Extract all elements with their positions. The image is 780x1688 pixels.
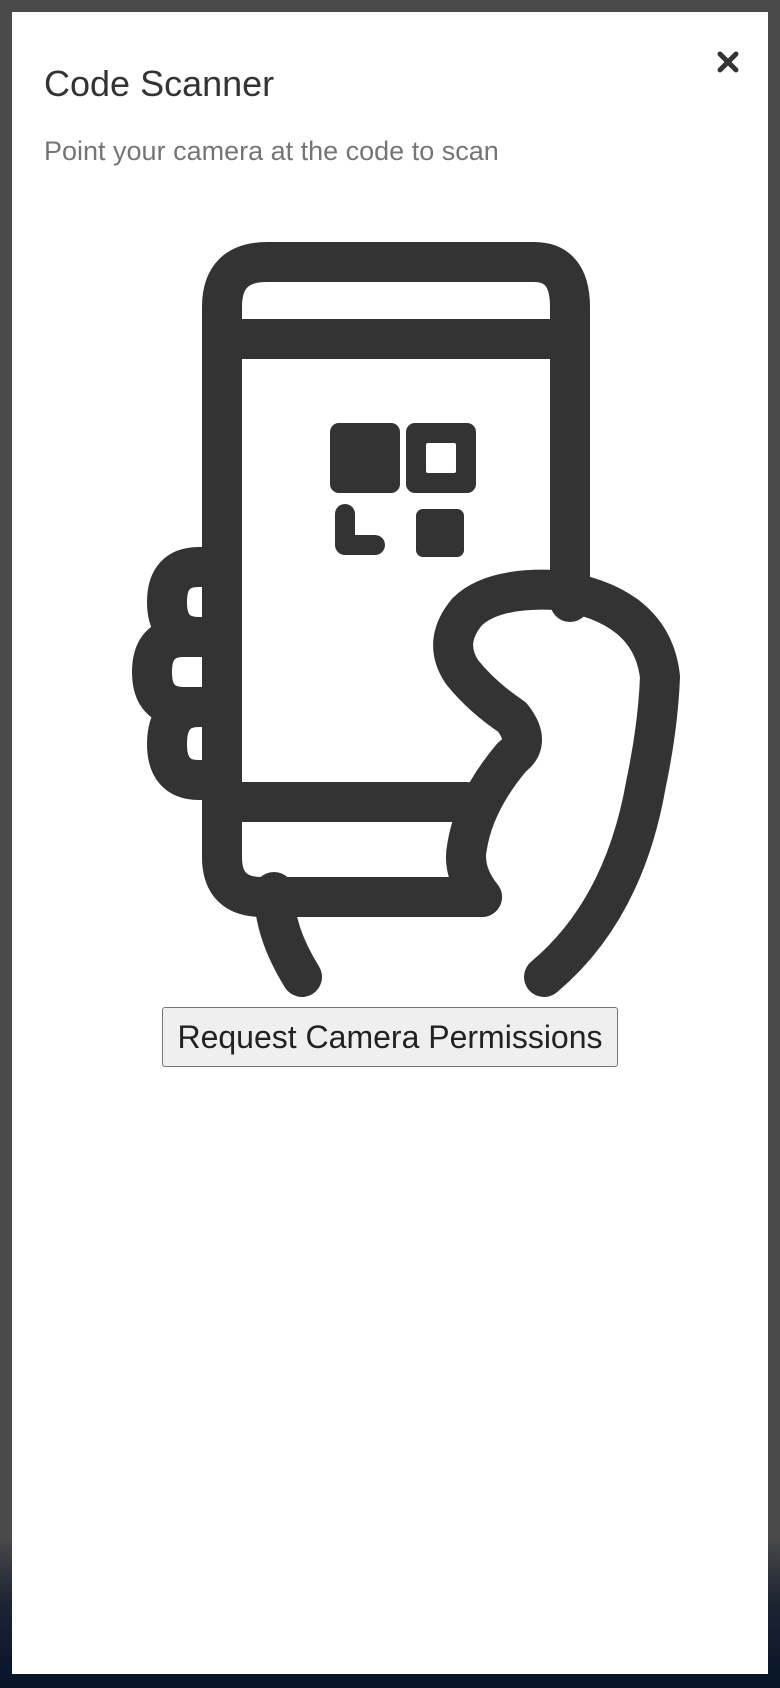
request-camera-permissions-button[interactable]: Request Camera Permissions: [162, 1007, 618, 1067]
code-scanner-dialog: Code Scanner Point your camera at the co…: [12, 12, 768, 1674]
dialog-title: Code Scanner: [44, 63, 275, 104]
close-icon: [717, 51, 739, 73]
dialog-subtitle: Point your camera at the code to scan: [44, 136, 499, 166]
close-button[interactable]: [708, 42, 748, 82]
hand-holding-phone-qr-icon: [132, 242, 680, 997]
